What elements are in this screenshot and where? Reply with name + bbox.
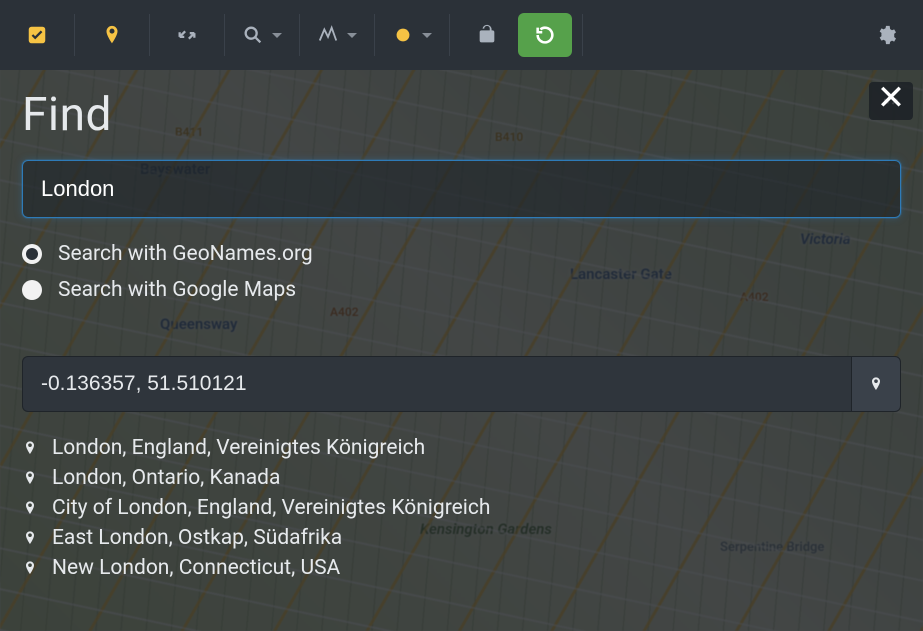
search-results: London, England, Vereinigtes Königreich … xyxy=(22,436,901,580)
result-label: New London, Connecticut, USA xyxy=(52,556,340,580)
search-provider-radios: Search with GeoNames.org Search with Goo… xyxy=(22,242,901,302)
result-item[interactable]: London, Ontario, Kanada xyxy=(22,466,901,490)
coordinates-row xyxy=(22,356,901,412)
radio-geonames[interactable]: Search with GeoNames.org xyxy=(22,242,901,266)
toolbar-gear-button[interactable] xyxy=(859,13,913,57)
result-item[interactable]: City of London, England, Vereinigtes Kön… xyxy=(22,496,901,520)
go-to-coordinates-button[interactable] xyxy=(851,356,901,412)
toolbar-separator xyxy=(74,14,75,56)
result-label: London, Ontario, Kanada xyxy=(52,466,280,490)
radio-label: Search with GeoNames.org xyxy=(58,242,313,266)
result-label: London, England, Vereinigtes Königreich xyxy=(52,436,425,460)
radio-label: Search with Google Maps xyxy=(58,278,296,302)
toolbar-separator xyxy=(374,14,375,56)
toolbar-expand-button[interactable] xyxy=(160,13,214,57)
toolbar-circle-dropdown[interactable] xyxy=(385,13,439,57)
toolbar-pin-button[interactable] xyxy=(85,13,139,57)
close-button[interactable]: ✕ xyxy=(871,78,911,118)
toolbar-undo-button[interactable] xyxy=(518,13,572,57)
toolbar-unlock-button[interactable] xyxy=(460,13,514,57)
result-item[interactable]: New London, Connecticut, USA xyxy=(22,556,901,580)
result-item[interactable]: London, England, Vereinigtes Königreich xyxy=(22,436,901,460)
coordinates-input[interactable] xyxy=(22,356,851,412)
radio-indicator xyxy=(22,244,42,264)
toolbar-separator xyxy=(449,14,450,56)
result-item[interactable]: East London, Ostkap, Südafrika xyxy=(22,526,901,550)
dialog-title: Find xyxy=(22,88,901,142)
toolbar-search-dropdown[interactable] xyxy=(235,13,289,57)
close-icon: ✕ xyxy=(877,81,906,115)
result-label: East London, Ostkap, Südafrika xyxy=(52,526,342,550)
radio-google[interactable]: Search with Google Maps xyxy=(22,278,901,302)
toolbar-separator xyxy=(149,14,150,56)
toolbar xyxy=(0,0,923,70)
result-label: City of London, England, Vereinigtes Kön… xyxy=(52,496,490,520)
search-input[interactable] xyxy=(22,160,901,218)
toolbar-path-dropdown[interactable] xyxy=(310,13,364,57)
find-dialog: Find Search with GeoNames.org Search wit… xyxy=(0,70,923,631)
radio-indicator xyxy=(22,280,42,300)
toolbar-separator xyxy=(582,14,583,56)
toolbar-separator xyxy=(224,14,225,56)
toolbar-separator xyxy=(299,14,300,56)
toolbar-check-button[interactable] xyxy=(10,13,64,57)
